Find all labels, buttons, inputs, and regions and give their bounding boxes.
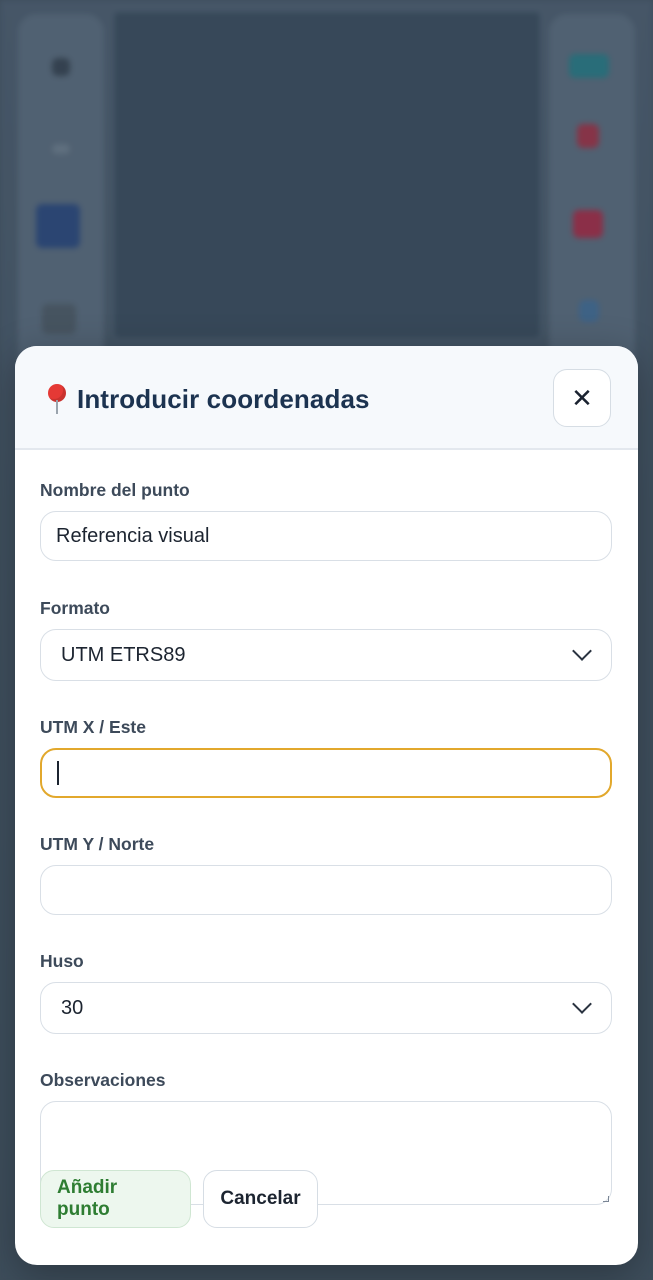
format-selected-value: UTM ETRS89 xyxy=(61,643,186,666)
utm-x-field-group: UTM X / Este xyxy=(40,717,613,798)
utm-x-input[interactable] xyxy=(40,748,612,798)
utm-y-input[interactable] xyxy=(40,865,612,915)
format-select[interactable]: UTM ETRS89 xyxy=(40,629,612,681)
utm-y-label: UTM Y / Norte xyxy=(40,834,155,854)
text-caret xyxy=(57,761,59,785)
name-input-value: Referencia visual xyxy=(56,524,210,547)
zone-field-group: Huso 30 xyxy=(40,951,613,1034)
chevron-down-icon xyxy=(572,994,592,1014)
chevron-down-icon xyxy=(572,641,592,661)
dialog-body: Nombre del punto Referencia visual Forma… xyxy=(15,450,638,1205)
zone-selected-value: 30 xyxy=(61,996,84,1019)
dialog-title: Introducir coordenadas xyxy=(45,382,370,416)
map-pin-icon xyxy=(45,382,67,416)
utm-y-field-group: UTM Y / Norte xyxy=(40,834,613,915)
name-input[interactable]: Referencia visual xyxy=(40,511,612,561)
zone-select[interactable]: 30 xyxy=(40,982,612,1034)
notes-label: Observaciones xyxy=(40,1070,166,1090)
add-point-button[interactable]: Añadir punto xyxy=(40,1170,191,1228)
dialog-header: Introducir coordenadas ✕ xyxy=(15,346,638,450)
format-field-group: Formato UTM ETRS89 xyxy=(40,598,613,681)
close-icon: ✕ xyxy=(571,382,593,413)
utm-x-label: UTM X / Este xyxy=(40,717,146,737)
dialog-actions: Añadir punto Cancelar xyxy=(40,1170,318,1228)
cancel-button[interactable]: Cancelar xyxy=(203,1170,318,1228)
resize-handle-icon[interactable] xyxy=(603,1196,609,1202)
name-field-group: Nombre del punto Referencia visual xyxy=(40,480,613,561)
format-label: Formato xyxy=(40,598,110,618)
dialog-title-text: Introducir coordenadas xyxy=(77,383,370,414)
coordinates-dialog: Introducir coordenadas ✕ Nombre del punt… xyxy=(15,346,638,1265)
zone-label: Huso xyxy=(40,951,84,971)
close-button[interactable]: ✕ xyxy=(553,369,611,427)
name-label: Nombre del punto xyxy=(40,480,190,500)
